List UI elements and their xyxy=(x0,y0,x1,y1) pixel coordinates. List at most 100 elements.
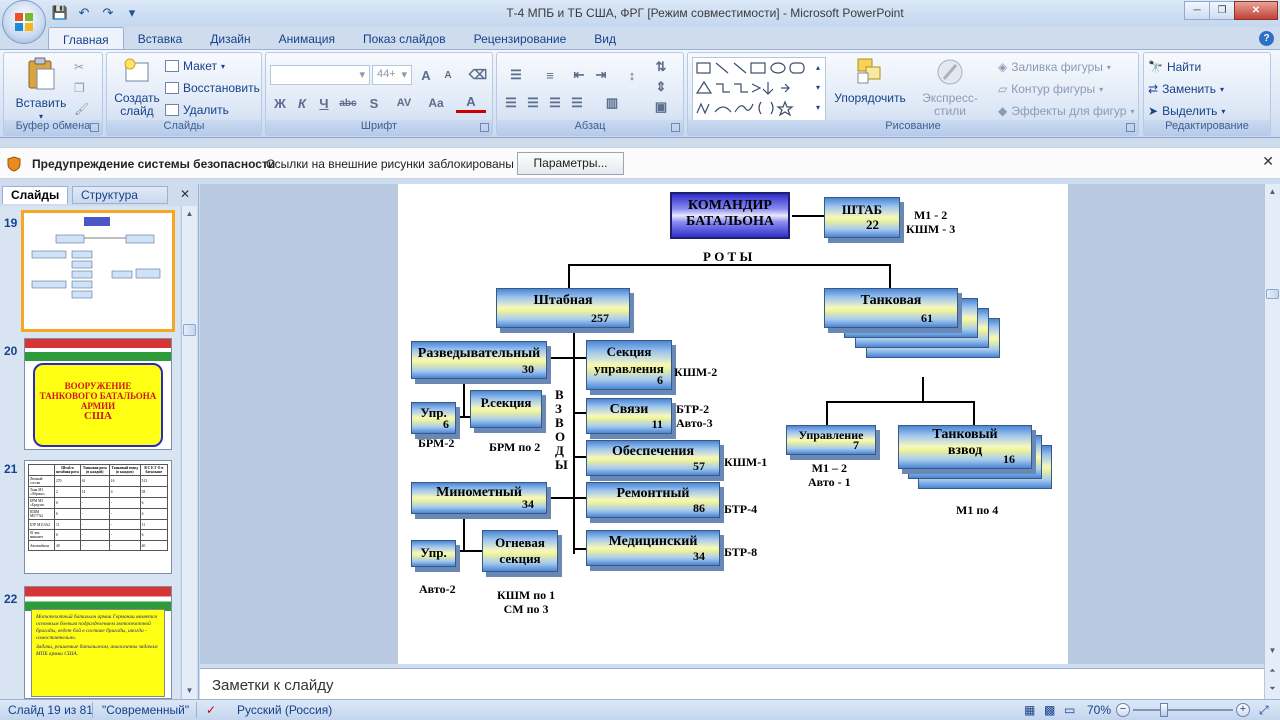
recon-section-box[interactable]: Р.секция xyxy=(470,390,542,428)
strikethrough-button[interactable]: abc xyxy=(338,93,358,113)
theme-name[interactable]: "Современный" xyxy=(102,703,189,717)
tank-company-box[interactable]: Танковая 61 xyxy=(824,288,958,328)
zoom-in-button[interactable]: + xyxy=(1236,703,1250,717)
shrink-font-button[interactable]: A xyxy=(438,65,458,85)
hq-box[interactable]: ШТАБ 22 xyxy=(824,197,900,238)
tank-company-hq-box[interactable]: Управление 7 xyxy=(786,425,876,455)
italic-button[interactable]: К xyxy=(292,93,312,113)
delete-slide-button[interactable]: Удалить xyxy=(165,100,229,120)
increase-indent-icon[interactable]: ⇥ xyxy=(591,65,611,85)
grow-font-button[interactable]: A xyxy=(416,65,436,85)
align-left-icon[interactable]: ☰ xyxy=(501,93,521,113)
recon-platoon-box[interactable]: Разведывательный 30 xyxy=(411,341,547,379)
prev-slide-icon[interactable]: ⏶ xyxy=(1265,663,1280,679)
align-right-icon[interactable]: ☰ xyxy=(545,93,565,113)
new-slide-button[interactable]: Создать слайд xyxy=(110,57,164,118)
font-color-button[interactable]: A xyxy=(456,93,486,113)
slide-scrollbar[interactable]: ▲ ▼ ⏶ ⏷ xyxy=(1264,184,1280,699)
normal-view-icon[interactable]: ▦ xyxy=(1024,703,1035,717)
close-warning-icon[interactable]: ✕ xyxy=(1262,153,1274,170)
shapes-down-icon[interactable]: ▾ xyxy=(808,77,828,97)
slide-thumbnail-20[interactable]: ВООРУЖЕНИЕ ТАНКОВОГО БАТАЛЬОНА АРМИИ США xyxy=(24,338,172,450)
quick-styles-button[interactable]: Экспресс-стили xyxy=(908,57,992,118)
align-center-icon[interactable]: ☰ xyxy=(523,93,543,113)
scroll-down-icon[interactable]: ▼ xyxy=(182,683,197,699)
shape-outline-button[interactable]: ▱ Контур фигуры ▾ xyxy=(998,79,1103,99)
spellcheck-icon[interactable]: ✓ xyxy=(206,703,216,717)
thumbnail-scrollbar[interactable]: ▲ ▼ xyxy=(181,206,197,699)
scroll-down-icon[interactable]: ▼ xyxy=(1265,643,1280,659)
align-text-icon[interactable]: ⇕ xyxy=(651,77,671,97)
help-icon[interactable]: ? xyxy=(1259,31,1274,46)
fit-window-icon[interactable]: ⤢ xyxy=(1259,703,1269,718)
mortar-platoon-box[interactable]: Минометный 34 xyxy=(411,482,547,514)
tab-view[interactable]: Вид xyxy=(580,27,630,50)
bold-button[interactable]: Ж xyxy=(270,93,290,113)
text-direction-icon[interactable]: ⇅ xyxy=(651,57,671,77)
tab-design[interactable]: Дизайн xyxy=(196,27,264,50)
tab-slides[interactable]: Слайды xyxy=(2,186,68,204)
zoom-slider-track[interactable] xyxy=(1133,709,1233,711)
shape-fill-button[interactable]: ◈ Заливка фигуры ▾ xyxy=(998,57,1111,77)
font-launcher-icon[interactable] xyxy=(480,123,489,132)
clipboard-launcher-icon[interactable] xyxy=(90,123,99,132)
slideshow-icon[interactable]: ▭ xyxy=(1064,703,1075,717)
clear-format-icon[interactable]: ⌫ xyxy=(468,65,488,85)
smartart-icon[interactable]: ▣ xyxy=(651,97,671,117)
shapes-gallery[interactable] xyxy=(692,57,826,121)
repair-platoon-box[interactable]: Ремонтный 86 xyxy=(586,482,720,518)
change-case-button[interactable]: Aa xyxy=(422,93,450,113)
close-pane-icon[interactable]: ✕ xyxy=(180,187,190,201)
arrange-button[interactable]: Упорядочить xyxy=(830,57,910,105)
zoom-slider-thumb[interactable] xyxy=(1159,703,1168,717)
fire-section-box[interactable]: Огневая секция xyxy=(482,530,558,572)
drawing-launcher-icon[interactable] xyxy=(1126,123,1135,132)
layout-button[interactable]: Макет ▾ xyxy=(165,56,225,76)
font-name-combo[interactable]: ▾ xyxy=(270,65,370,85)
shapes-more-icon[interactable]: ▾ xyxy=(808,97,828,117)
zoom-level[interactable]: 70% xyxy=(1087,703,1111,717)
notes-pane[interactable]: Заметки к слайду xyxy=(200,668,1264,699)
char-spacing-button[interactable]: AV xyxy=(390,93,418,113)
tank-platoon-box[interactable]: Танковый взвод 16 xyxy=(898,425,1032,469)
zoom-out-button[interactable]: − xyxy=(1116,703,1130,717)
tab-slideshow[interactable]: Показ слайдов xyxy=(349,27,460,50)
undo-icon[interactable]: ↶ xyxy=(74,3,94,23)
replace-button[interactable]: ⇄ Заменить ▾ xyxy=(1148,79,1224,99)
recon-hq-box[interactable]: Упр. 6 xyxy=(411,402,456,434)
mortar-hq-box[interactable]: Упр. xyxy=(411,540,456,567)
decrease-indent-icon[interactable]: ⇤ xyxy=(569,65,589,85)
options-button[interactable]: Параметры... xyxy=(517,152,624,175)
justify-icon[interactable]: ☰ xyxy=(567,93,587,113)
columns-icon[interactable]: ▥ xyxy=(597,93,627,113)
maximize-button[interactable]: ❐ xyxy=(1209,1,1235,20)
minimize-button[interactable]: ─ xyxy=(1184,1,1210,20)
shadow-button[interactable]: S xyxy=(364,93,384,113)
paragraph-launcher-icon[interactable] xyxy=(671,123,680,132)
control-section-box[interactable]: Секция управления 6 xyxy=(586,340,672,390)
cut-icon[interactable]: ✂ xyxy=(74,57,84,77)
tab-animation[interactable]: Анимация xyxy=(265,27,349,50)
scroll-thumb[interactable] xyxy=(1266,289,1279,299)
commander-box[interactable]: КОМАНДИР БАТАЛЬОНА xyxy=(670,192,790,239)
tab-insert[interactable]: Вставка xyxy=(124,27,197,50)
slide-thumbnail-22[interactable]: Мотопехотный батальон армии Германии явл… xyxy=(24,586,172,699)
tab-review[interactable]: Рецензирование xyxy=(460,27,581,50)
slide-sorter-icon[interactable]: ▩ xyxy=(1044,703,1055,717)
reset-button[interactable]: Восстановить xyxy=(165,78,260,98)
format-painter-icon[interactable]: 🖌 xyxy=(74,99,89,119)
support-platoon-box[interactable]: Обеспечения 57 xyxy=(586,440,720,476)
redo-icon[interactable]: ↷ xyxy=(98,3,118,23)
office-button[interactable] xyxy=(2,0,46,44)
next-slide-icon[interactable]: ⏷ xyxy=(1265,681,1280,697)
underline-button[interactable]: Ч xyxy=(314,93,334,113)
customize-qat-icon[interactable]: ▾ xyxy=(122,3,142,23)
close-button[interactable]: ✕ xyxy=(1234,1,1278,20)
slide-canvas[interactable]: КОМАНДИР БАТАЛЬОНА ШТАБ 22 М1 - 2 КШМ - … xyxy=(398,184,1068,664)
find-button[interactable]: 🔭 Найти xyxy=(1148,57,1201,77)
select-button[interactable]: ➤ Выделить ▾ xyxy=(1148,101,1225,121)
bullets-icon[interactable]: ☰ xyxy=(501,65,531,85)
signal-platoon-box[interactable]: Связи 11 xyxy=(586,398,672,434)
shape-effects-button[interactable]: ◆ Эффекты для фигур ▾ xyxy=(998,101,1134,121)
scroll-thumb[interactable] xyxy=(183,324,196,336)
